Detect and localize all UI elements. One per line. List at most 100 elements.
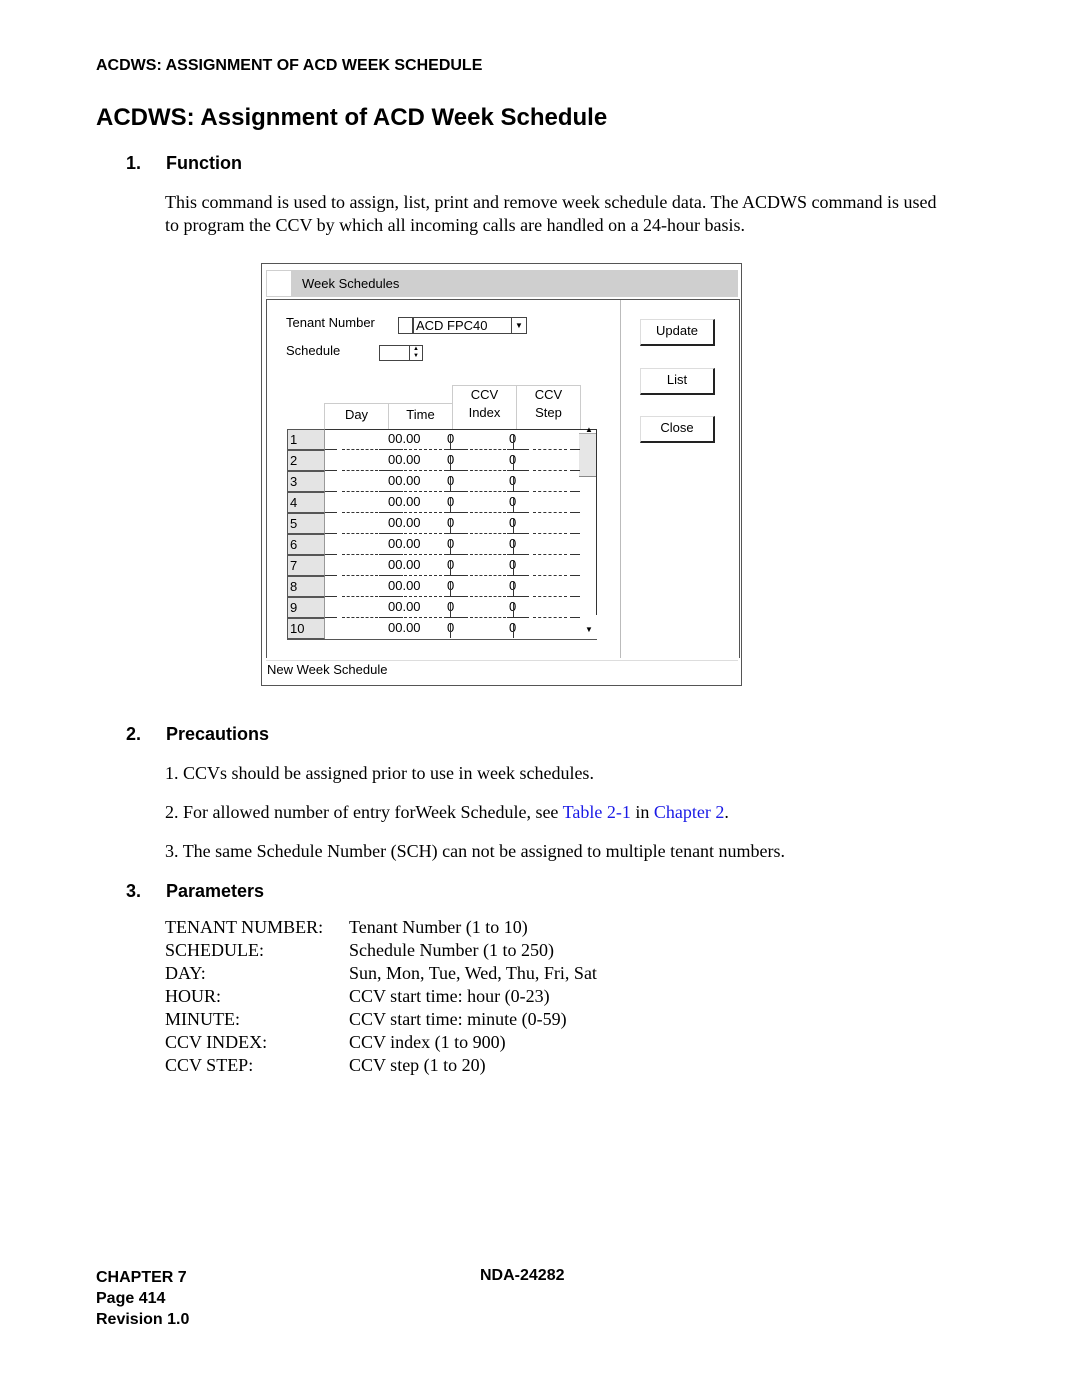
spin-up-down-icon[interactable]: ▲ ▼ xyxy=(409,346,422,360)
dialog-title-bar: Week Schedules xyxy=(266,270,738,297)
cell-cursor xyxy=(450,519,451,533)
section-parameters-heading: 3. Parameters xyxy=(126,881,264,902)
cell-cursor xyxy=(450,477,451,491)
table-row[interactable]: 500.0000 xyxy=(287,513,597,534)
cell-cursor xyxy=(513,603,514,617)
schedule-spinner[interactable]: ▲ ▼ xyxy=(379,345,423,361)
column-header-day: Day xyxy=(324,403,389,429)
dialog-title: Week Schedules xyxy=(302,276,400,291)
tenant-checkbox[interactable] xyxy=(398,317,413,334)
cell-cursor xyxy=(513,435,514,449)
row-number[interactable]: 4 xyxy=(287,492,325,513)
function-description: This command is used to assign, list, pr… xyxy=(165,191,1025,237)
cell-cursor xyxy=(450,456,451,470)
cell-cursor xyxy=(450,603,451,617)
precaution-item: 1. CCVs should be assigned prior to use … xyxy=(165,762,594,785)
cell-cursor xyxy=(513,582,514,596)
cell-time[interactable]: 00.00 xyxy=(388,452,421,467)
section-title: Precautions xyxy=(166,724,270,744)
status-bar: New Week Schedule xyxy=(266,660,738,681)
cell-cursor xyxy=(450,498,451,512)
footer-page: Page 414 xyxy=(96,1290,166,1307)
row-number[interactable]: 2 xyxy=(287,450,325,471)
row-number[interactable]: 6 xyxy=(287,534,325,555)
update-button[interactable]: Update xyxy=(640,319,715,346)
close-button[interactable]: Close xyxy=(640,416,715,443)
row-number[interactable]: 10 xyxy=(287,618,325,639)
footer-doc-id: NDA-24282 xyxy=(480,1267,565,1284)
panel-divider xyxy=(620,300,621,658)
cell-cursor xyxy=(513,519,514,533)
parameter-name: DAY: xyxy=(165,963,206,983)
row-number[interactable]: 1 xyxy=(287,429,325,450)
cell-time[interactable]: 00.00 xyxy=(388,494,421,509)
item-text: For allowed number of entry forWeek Sche… xyxy=(183,802,563,822)
system-menu-box[interactable] xyxy=(267,271,291,296)
cell-time[interactable]: 00.00 xyxy=(388,557,421,572)
description-line: This command is used to assign, list, pr… xyxy=(165,192,937,212)
section-precautions-heading: 2. Precautions xyxy=(126,724,269,745)
column-header-line: Step xyxy=(535,405,562,420)
schedule-grid: ▲ ▼ 100.0000200.0000300.0000400.0000500.… xyxy=(287,425,597,640)
section-number: 3. xyxy=(126,881,142,901)
week-schedules-dialog: Week Schedules Tenant Number ACD FPC40 ▼… xyxy=(261,263,742,686)
table-2-1-link[interactable]: Table 2-1 xyxy=(563,802,631,822)
item-number: 2. xyxy=(165,802,179,822)
schedule-label: Schedule xyxy=(286,343,341,358)
parameter-name: CCV INDEX: xyxy=(165,1032,268,1052)
cell-cursor xyxy=(513,498,514,512)
row-number[interactable]: 8 xyxy=(287,576,325,597)
cell-cursor xyxy=(513,540,514,554)
table-row[interactable]: 700.0000 xyxy=(287,555,597,576)
parameter-description: Schedule Number (1 to 250) xyxy=(349,940,554,960)
cell-time[interactable]: 00.00 xyxy=(388,620,421,635)
item-text: . xyxy=(724,802,729,822)
cell-time[interactable]: 00.00 xyxy=(388,431,421,446)
row-number[interactable]: 5 xyxy=(287,513,325,534)
table-row[interactable]: 200.0000 xyxy=(287,450,597,471)
cell-cursor xyxy=(450,435,451,449)
cell-cursor xyxy=(450,624,451,638)
table-row[interactable]: 600.0000 xyxy=(287,534,597,555)
parameter-name: MINUTE: xyxy=(165,1009,240,1029)
row-number[interactable]: 3 xyxy=(287,471,325,492)
cell-time[interactable]: 00.00 xyxy=(388,473,421,488)
cell-cursor xyxy=(450,582,451,596)
section-function-heading: 1. Function xyxy=(126,153,242,174)
table-row[interactable]: 400.0000 xyxy=(287,492,597,513)
cell-time[interactable]: 00.00 xyxy=(388,578,421,593)
parameter-name: TENANT NUMBER: xyxy=(165,917,324,937)
chapter-2-link[interactable]: Chapter 2 xyxy=(654,802,724,822)
cell-time[interactable]: 00.00 xyxy=(388,599,421,614)
cell-cursor xyxy=(513,624,514,638)
list-button[interactable]: List xyxy=(640,368,715,395)
table-row[interactable]: 900.0000 xyxy=(287,597,597,618)
column-header-time: Time xyxy=(388,403,453,429)
section-number: 2. xyxy=(126,724,142,744)
tenant-number-select[interactable]: ACD FPC40 ▼ xyxy=(413,317,527,334)
row-number[interactable]: 7 xyxy=(287,555,325,576)
cell-cursor xyxy=(513,561,514,575)
table-row[interactable]: 100.0000 xyxy=(287,429,597,450)
chevron-down-icon[interactable]: ▼ xyxy=(511,318,526,333)
table-row[interactable]: 300.0000 xyxy=(287,471,597,492)
cell-time[interactable]: 00.00 xyxy=(388,515,421,530)
tenant-number-label: Tenant Number xyxy=(286,315,375,330)
tenant-number-value: ACD FPC40 xyxy=(416,318,488,333)
section-title: Function xyxy=(166,153,242,173)
column-header-ccv-step: CCV Step xyxy=(516,385,581,429)
column-header-line: CCV xyxy=(470,387,499,402)
parameter-name: SCHEDULE: xyxy=(165,940,264,960)
column-header-line: Index xyxy=(468,405,501,420)
cell-cursor xyxy=(450,561,451,575)
cell-cursor xyxy=(513,456,514,470)
cell-time[interactable]: 00.00 xyxy=(388,536,421,551)
parameter-description: CCV index (1 to 900) xyxy=(349,1032,506,1052)
table-row[interactable]: 1000.0000 xyxy=(287,618,597,639)
cell-cursor xyxy=(513,477,514,491)
parameter-name: HOUR: xyxy=(165,986,222,1006)
table-row[interactable]: 800.0000 xyxy=(287,576,597,597)
precaution-item: 3. The same Schedule Number (SCH) can no… xyxy=(165,840,785,863)
parameter-description: Tenant Number (1 to 10) xyxy=(349,917,528,937)
row-number[interactable]: 9 xyxy=(287,597,325,618)
